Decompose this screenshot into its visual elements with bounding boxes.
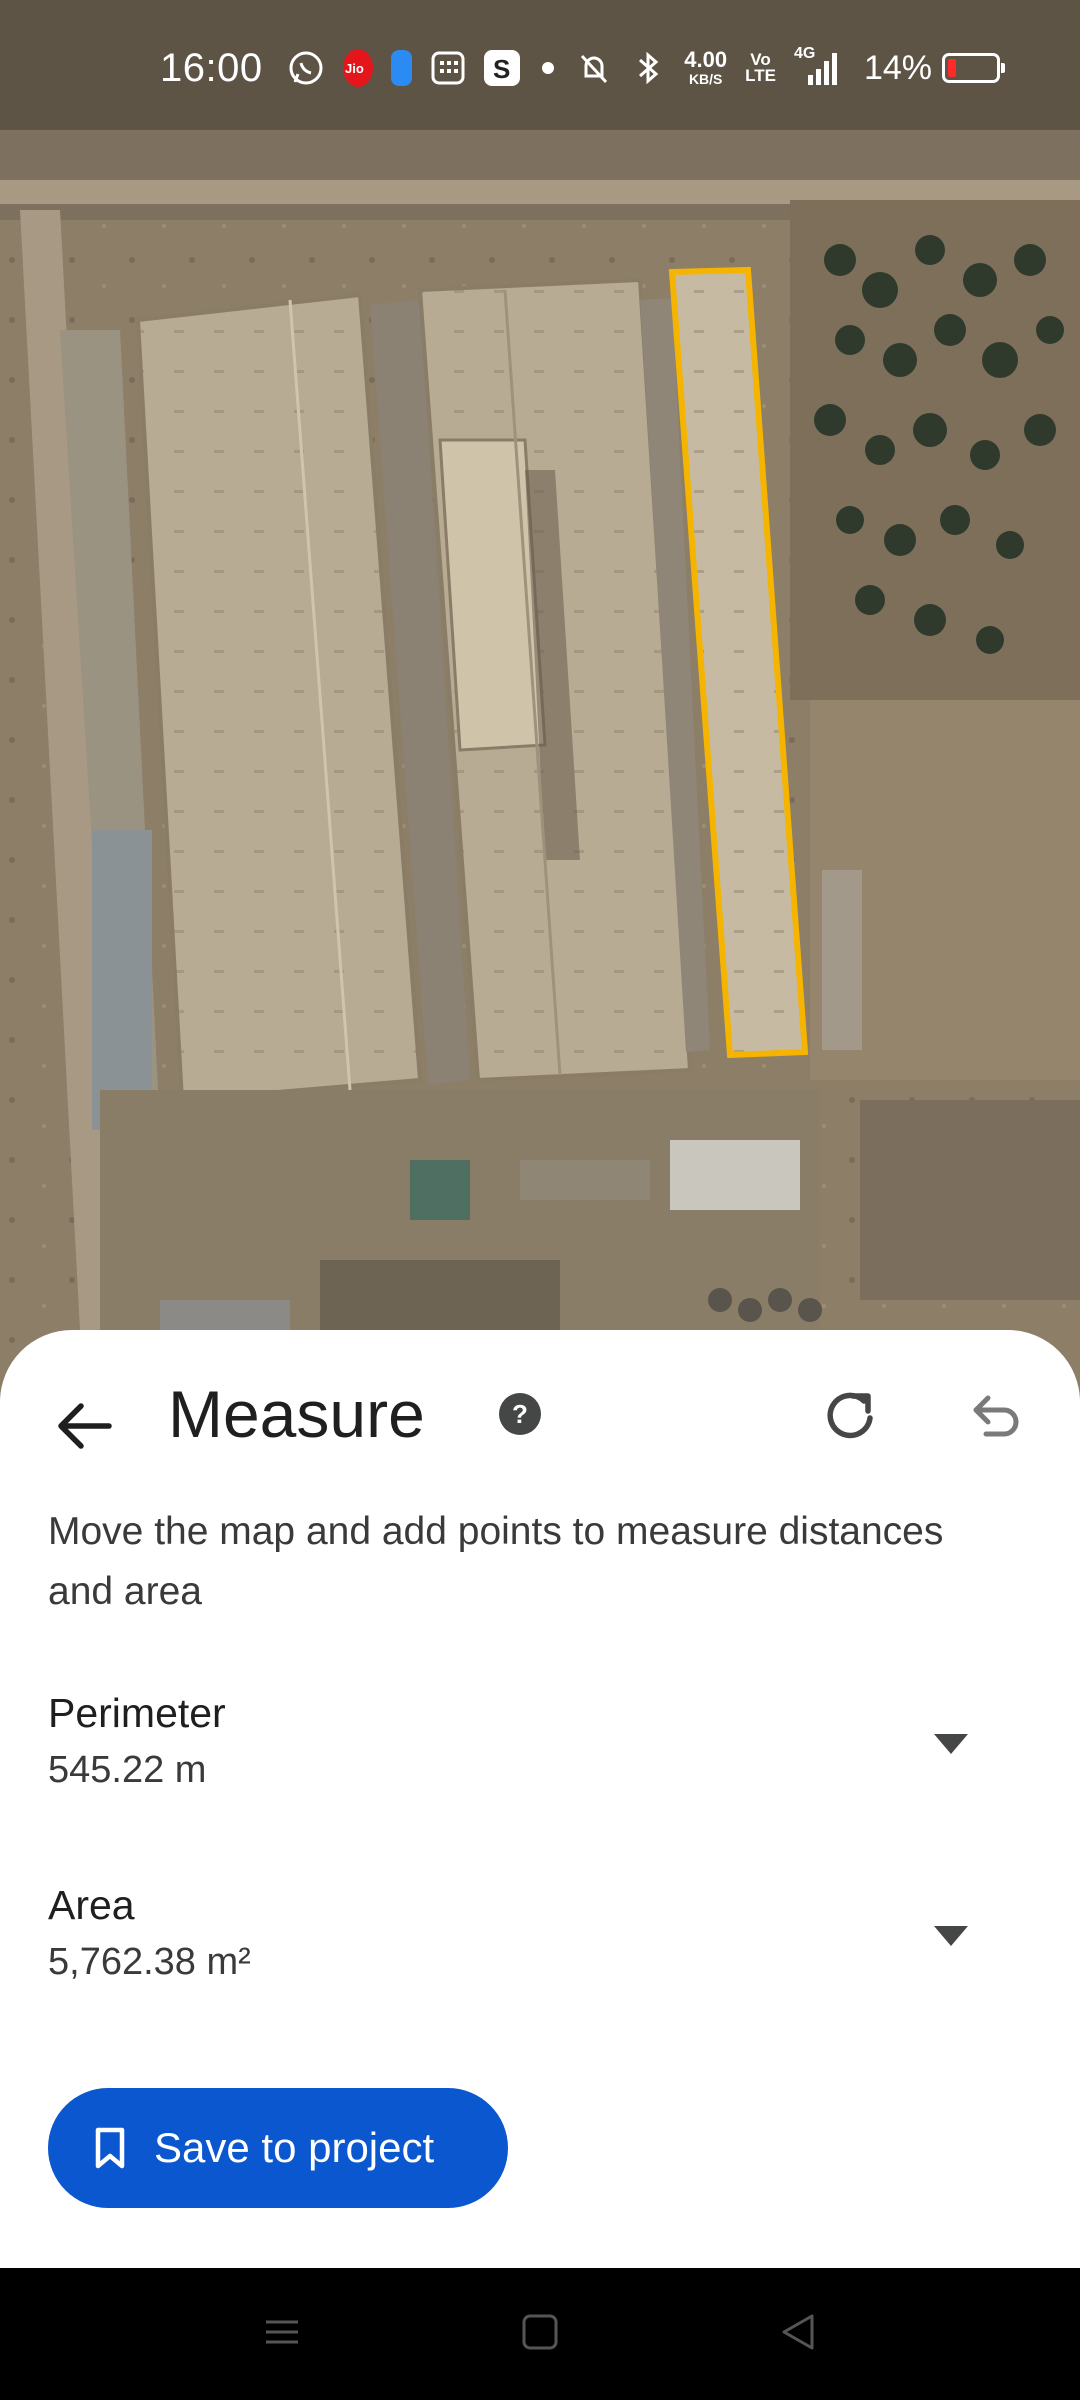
svg-text:?: ? (512, 1399, 528, 1429)
menu-icon[interactable] (262, 2312, 302, 2352)
save-to-project-button[interactable]: Save to project (48, 2088, 508, 2208)
svg-text:S: S (493, 54, 510, 84)
area-value: 5,762.38 m² (48, 1941, 251, 1983)
app-icon (390, 50, 413, 86)
status-bar: 16:00 Jio S 4.00 KB/S Vo LTE 4G 14% (0, 0, 1080, 136)
data-speed-value: 4.00 (684, 47, 728, 72)
whatsapp-icon (287, 49, 325, 87)
page-title: Measure (168, 1377, 425, 1451)
battery-icon (942, 53, 1005, 83)
svg-text:Jio: Jio (345, 61, 364, 76)
perimeter-label: Perimeter (48, 1690, 226, 1736)
sheet-header: Measure ? (0, 1330, 1080, 1500)
save-button-label: Save to project (154, 2124, 435, 2171)
mute-icon (576, 50, 612, 86)
dropdown-arrow-icon[interactable] (934, 1734, 968, 1754)
home-icon[interactable] (520, 2312, 560, 2352)
volte-indicator: Vo LTE (745, 51, 776, 85)
data-speed: 4.00 KB/S (684, 47, 728, 88)
jio-icon: Jio (342, 49, 373, 87)
system-nav-bar (0, 2268, 1080, 2400)
help-icon: ? (499, 1393, 541, 1435)
signal-icon: 4G (794, 45, 838, 87)
redo-icon (827, 1392, 873, 1439)
area-label: Area (48, 1882, 135, 1928)
help-button[interactable]: ? (498, 1392, 542, 1436)
status-time: 16:00 (160, 45, 263, 90)
undo-icon (973, 1395, 1019, 1437)
back-button[interactable] (44, 1386, 124, 1466)
redo-button[interactable] (820, 1384, 884, 1448)
battery-percent: 14% (863, 48, 932, 87)
bookmark-icon (95, 2127, 125, 2169)
satellite-map[interactable] (0, 0, 1080, 1400)
map-imagery (0, 0, 1080, 1400)
undo-button[interactable] (964, 1384, 1028, 1448)
instructions-text: Move the map and add points to measure d… (48, 1510, 944, 1613)
arrow-left-icon (58, 1403, 112, 1449)
data-speed-unit: KB/S (688, 71, 723, 87)
back-icon[interactable] (778, 2312, 818, 2352)
network-type: 4G (793, 45, 816, 62)
perimeter-row[interactable]: Perimeter 545.22 m (48, 1690, 1032, 1830)
bluetooth-icon (630, 50, 666, 86)
area-row[interactable]: Area 5,762.38 m² (48, 1882, 1032, 2022)
dropdown-arrow-icon[interactable] (934, 1926, 968, 1946)
volte-bottom: LTE (745, 66, 776, 85)
dot-icon (538, 58, 558, 78)
perimeter-value: 545.22 m (48, 1749, 207, 1791)
measure-sheet: Measure ? Move the map and add points to… (0, 1330, 1080, 2268)
s-app-icon: S (484, 50, 521, 86)
calculator-icon (430, 50, 466, 86)
